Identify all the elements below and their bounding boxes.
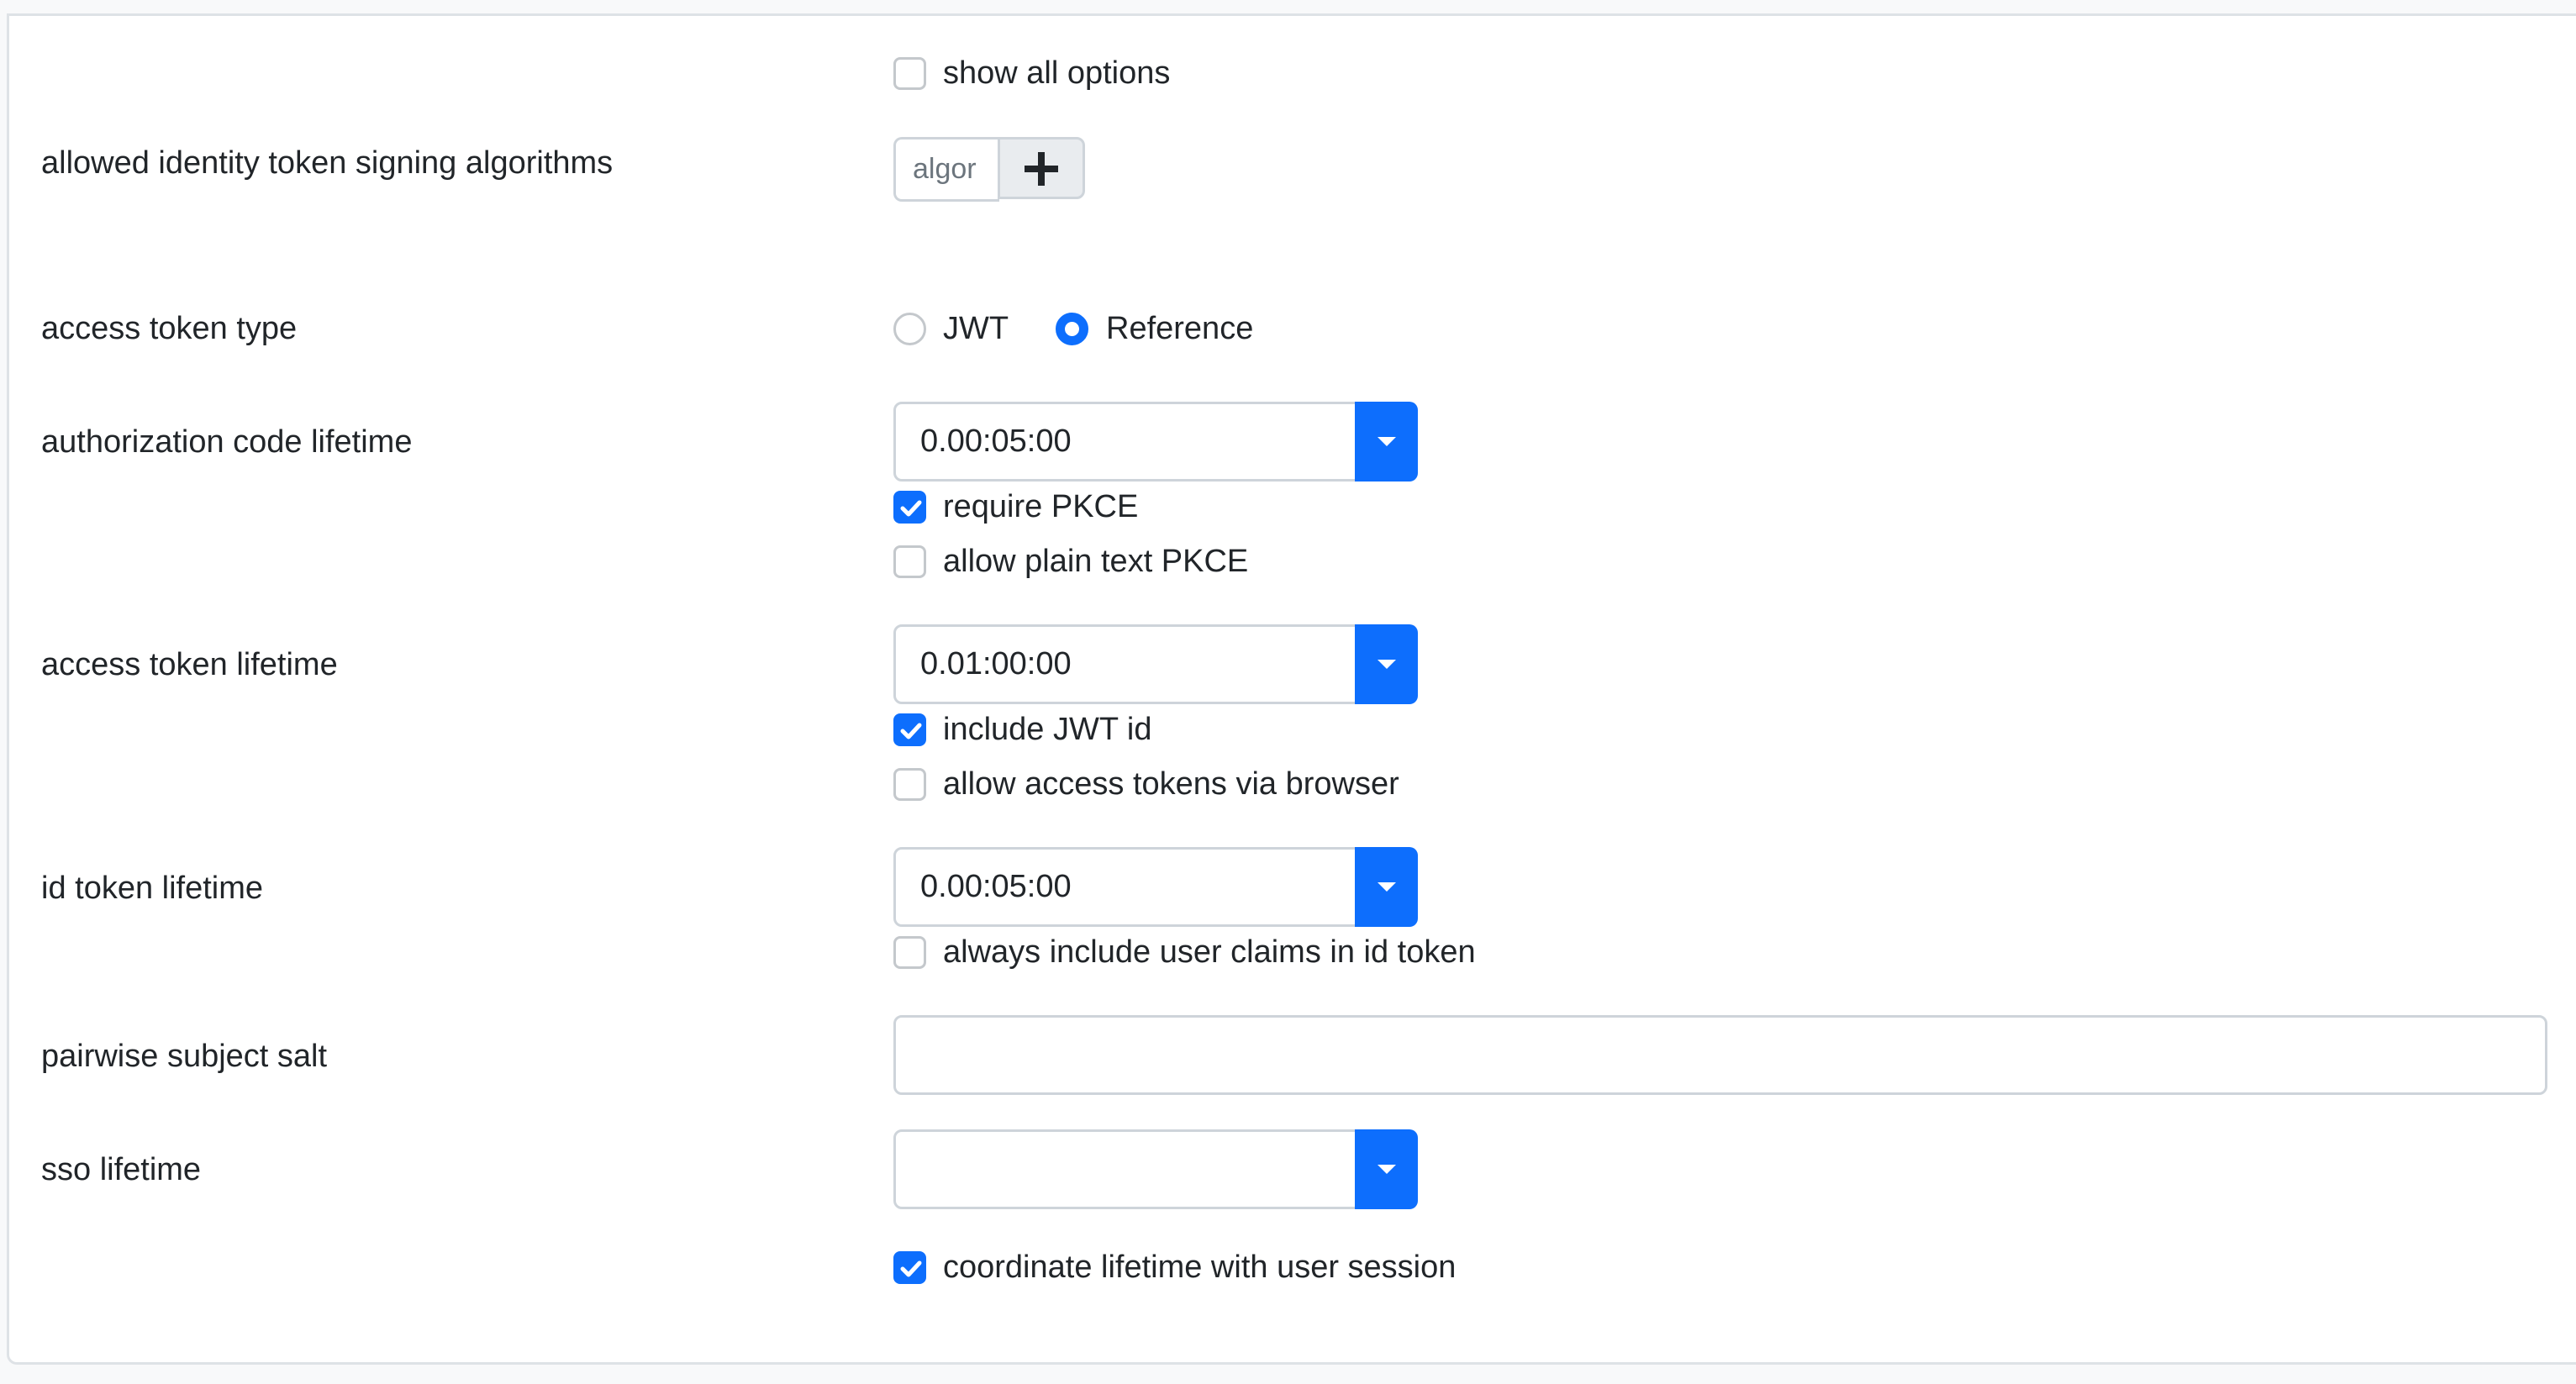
id-token-lifetime-select: 0.00:05:00: [893, 847, 1418, 927]
access-token-type-jwt-radio[interactable]: [893, 313, 926, 345]
access-token-lifetime-input[interactable]: 0.01:00:00: [893, 624, 1361, 704]
access-token-lifetime-dropdown-button[interactable]: [1355, 624, 1418, 704]
authorization-code-lifetime-select: 0.00:05:00: [893, 402, 1418, 482]
coordinate-lifetime-checkbox[interactable]: [893, 1251, 926, 1284]
authorization-code-lifetime-dropdown-button[interactable]: [1355, 402, 1418, 482]
allow-access-tokens-via-browser-checkbox[interactable]: [893, 768, 926, 801]
access-token-type-reference-label: Reference: [1106, 311, 1254, 346]
access-token-type-reference-radio[interactable]: [1056, 313, 1088, 345]
require-pkce-label: require PKCE: [943, 489, 1139, 524]
sso-lifetime-select: [893, 1129, 1418, 1209]
pairwise-subject-salt-input[interactable]: [893, 1015, 2547, 1095]
authorization-code-lifetime-input[interactable]: 0.00:05:00: [893, 402, 1361, 482]
allow-plain-text-pkce-checkbox[interactable]: [893, 545, 926, 578]
caret-down-icon: [1378, 660, 1396, 669]
authorization-code-lifetime-label: authorization code lifetime: [41, 424, 413, 460]
access-token-type-jwt-label: JWT: [943, 311, 1009, 346]
allow-plain-text-pkce-label: allow plain text PKCE: [943, 544, 1249, 579]
pairwise-subject-salt-label: pairwise subject salt: [41, 1039, 328, 1074]
include-jwt-id-checkbox[interactable]: [893, 713, 926, 746]
show-all-options-label: show all options: [943, 55, 1171, 91]
sso-lifetime-input[interactable]: [893, 1129, 1361, 1209]
check-icon: [900, 500, 922, 517]
add-algorithm-button[interactable]: [998, 137, 1085, 199]
sso-lifetime-label: sso lifetime: [41, 1152, 202, 1187]
signing-algorithms-label: allowed identity token signing algorithm…: [41, 145, 614, 181]
id-token-lifetime-label: id token lifetime: [41, 871, 264, 906]
include-jwt-id-label: include JWT id: [943, 712, 1152, 747]
caret-down-icon: [1378, 1165, 1396, 1174]
allow-access-tokens-via-browser-label: allow access tokens via browser: [943, 766, 1399, 802]
id-token-lifetime-dropdown-button[interactable]: [1355, 847, 1418, 927]
caret-down-icon: [1378, 437, 1396, 446]
show-all-options-checkbox[interactable]: [893, 57, 926, 90]
plus-icon: [1025, 152, 1058, 186]
signing-algorithm-input[interactable]: algor: [893, 137, 999, 202]
always-include-user-claims-checkbox[interactable]: [893, 936, 926, 969]
check-icon: [900, 1260, 922, 1277]
sso-lifetime-dropdown-button[interactable]: [1355, 1129, 1418, 1209]
access-token-type-label: access token type: [41, 311, 298, 346]
always-include-user-claims-label: always include user claims in id token: [943, 934, 1476, 970]
access-token-lifetime-select: 0.01:00:00: [893, 624, 1418, 704]
require-pkce-checkbox[interactable]: [893, 491, 926, 524]
coordinate-lifetime-label: coordinate lifetime with user session: [943, 1250, 1457, 1285]
id-token-lifetime-input[interactable]: 0.00:05:00: [893, 847, 1361, 927]
access-token-lifetime-label: access token lifetime: [41, 647, 338, 682]
caret-down-icon: [1378, 882, 1396, 892]
check-icon: [900, 723, 922, 739]
